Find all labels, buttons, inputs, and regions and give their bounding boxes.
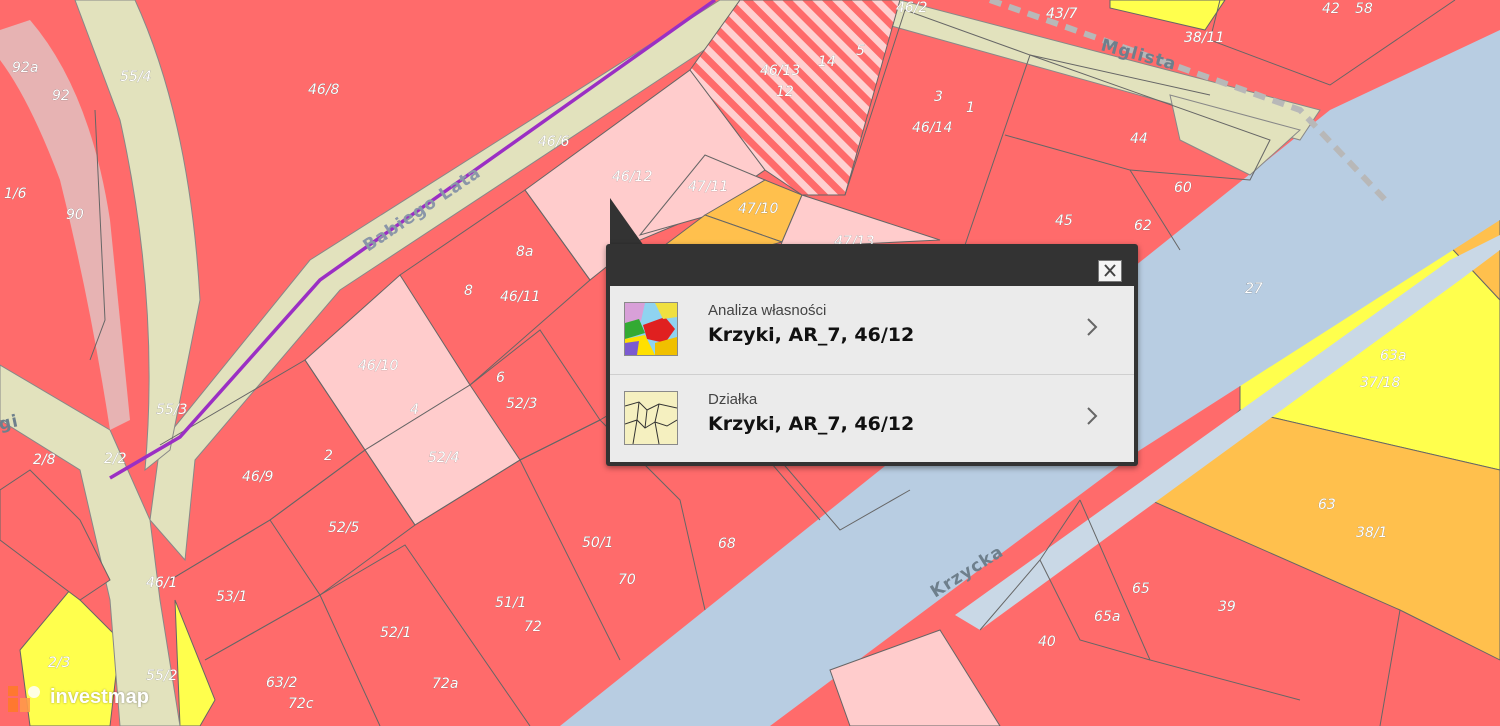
- parcel-label: 46/14: [912, 120, 952, 136]
- parcel-label: 68: [718, 536, 736, 552]
- parcel-label: 63: [1318, 497, 1336, 513]
- parcel-label: 52/1: [380, 625, 411, 641]
- parcel-label: 52/4: [428, 450, 459, 466]
- parcel-label: 92a: [12, 60, 38, 76]
- parcel-label: 72c: [288, 696, 314, 712]
- parcel-label: 58: [1355, 1, 1373, 17]
- parcel-label: 39: [1218, 599, 1236, 615]
- close-button[interactable]: [1098, 260, 1122, 282]
- parcel-label: 92: [52, 88, 70, 104]
- parcel-label: 2/8: [33, 452, 56, 468]
- parcel-label: 46/8: [308, 82, 340, 98]
- parcel-label: 46/6: [538, 134, 570, 150]
- parcel-label: 63/2: [266, 675, 298, 691]
- ownership-analysis-icon: [624, 302, 678, 356]
- parcel-label: 63a: [1380, 348, 1406, 364]
- info-popup: Analiza własności Krzyki, AR_7, 46/12 Dz…: [606, 244, 1138, 466]
- parcel-label: 6: [496, 370, 505, 386]
- investmap-logo-icon: [8, 686, 40, 712]
- parcel-label: 52/3: [506, 396, 537, 412]
- parcel-label: 65: [1132, 581, 1150, 597]
- parcel-label: 3: [934, 89, 943, 105]
- popup-item-parcel[interactable]: Działka Krzyki, AR_7, 46/12: [610, 374, 1134, 462]
- parcel-label: 42: [1322, 1, 1340, 17]
- parcel-label: 46/1: [146, 575, 177, 591]
- parcel-label: 37/18: [1360, 375, 1400, 391]
- parcel-label: 70: [618, 572, 636, 588]
- parcel-label: 8a: [516, 244, 534, 260]
- parcel-label: 55/2: [146, 668, 178, 684]
- popup-item-title: Krzyki, AR_7, 46/12: [708, 324, 915, 346]
- parcel-label: 44: [1130, 131, 1148, 147]
- parcel-label: 46/10: [358, 358, 398, 374]
- popup-item-ownership-analysis[interactable]: Analiza własności Krzyki, AR_7, 46/12: [610, 286, 1134, 373]
- parcel-label: 2/2: [104, 451, 127, 467]
- parcel-label: 62: [1134, 218, 1152, 234]
- popup-item-subtitle: Działka: [708, 391, 758, 408]
- parcel-label: 72a: [432, 676, 458, 692]
- parcel-label: 1/6: [4, 186, 27, 202]
- parcel-label: 38/1: [1356, 525, 1387, 541]
- parcel-label: 2: [324, 448, 333, 464]
- parcel-label: 46/11: [500, 289, 540, 305]
- parcel-label: 38/11: [1184, 30, 1224, 46]
- chevron-right-icon[interactable]: [1084, 405, 1100, 427]
- parcel-label: 51/1: [495, 595, 526, 611]
- parcel-label: 52/5: [328, 520, 360, 536]
- parcel-label: 60: [1174, 180, 1192, 196]
- parcel-label: 5: [856, 43, 865, 59]
- popup-item-subtitle: Analiza własności: [708, 302, 827, 319]
- popup-pointer: [610, 198, 644, 246]
- parcel-label: 14: [818, 54, 836, 70]
- parcel-label: 1: [966, 100, 975, 116]
- parcel-label: 46/2: [896, 0, 928, 16]
- parcel-label: 90: [66, 207, 84, 223]
- chevron-right-icon[interactable]: [1084, 316, 1100, 338]
- parcel-label: 46/12: [612, 169, 652, 185]
- logo-text: investmap: [50, 686, 149, 708]
- parcel-label: 55/3: [156, 402, 187, 418]
- popup-item-title: Krzyki, AR_7, 46/12: [708, 413, 915, 435]
- parcel-label: 4: [410, 402, 419, 418]
- close-icon: [1104, 264, 1116, 277]
- investmap-logo: investmap: [8, 684, 168, 716]
- parcel-label: 2/3: [48, 655, 71, 671]
- parcel-label: 40: [1038, 634, 1056, 650]
- parcel-map-icon: [624, 391, 678, 445]
- parcel-label: 47/10: [738, 201, 778, 217]
- parcel-label: 55/4: [120, 69, 151, 85]
- parcel-label: 46/13: [760, 63, 800, 79]
- parcel-label: 65a: [1094, 609, 1120, 625]
- parcel-label: 53/1: [216, 589, 247, 605]
- parcel-label: 46/9: [242, 469, 274, 485]
- parcel-label: 72: [524, 619, 542, 635]
- parcel-label: 43/7: [1046, 6, 1078, 22]
- popup-body: Analiza własności Krzyki, AR_7, 46/12 Dz…: [610, 286, 1134, 462]
- parcel-label: 50/1: [582, 535, 613, 551]
- parcel-label: 27: [1245, 281, 1263, 297]
- parcel-label: 8: [464, 283, 473, 299]
- parcel-label: 45: [1055, 213, 1073, 229]
- parcel-label: 47/11: [688, 179, 728, 195]
- parcel-label: 12: [776, 84, 794, 100]
